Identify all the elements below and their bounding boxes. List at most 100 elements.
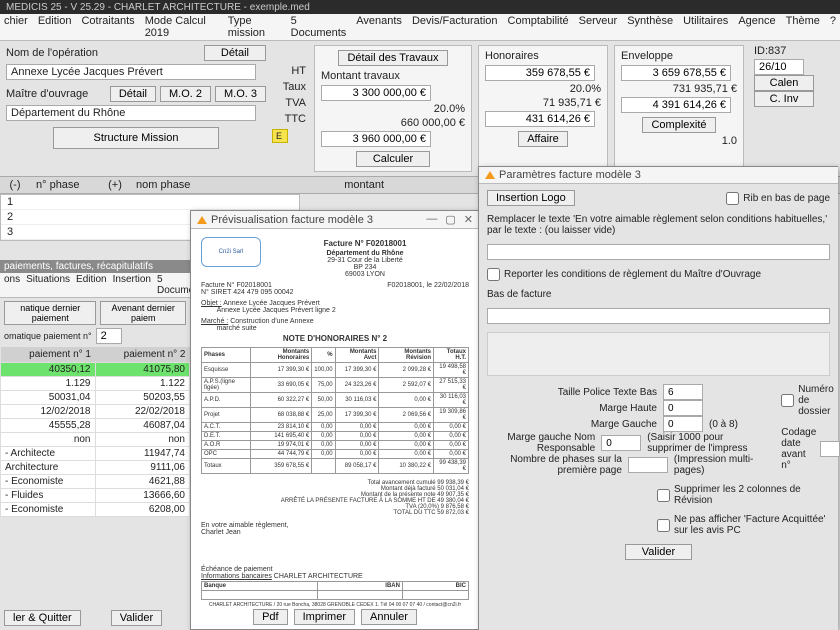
close-icon[interactable]: ✕ [464, 213, 473, 226]
menu-typemission[interactable]: Type mission [228, 15, 281, 39]
reporter-checkbox[interactable] [487, 268, 500, 281]
menu-agence[interactable]: Agence [738, 15, 775, 39]
rib-checkbox[interactable] [726, 192, 739, 205]
menu-cotraitants[interactable]: Cotraitants [81, 15, 134, 39]
table-cell[interactable]: 11947,74 [95, 447, 190, 461]
param-input-2[interactable] [663, 416, 703, 432]
table-cell[interactable]: - Economiste [1, 503, 96, 517]
structure-mission-button[interactable]: Structure Mission [53, 127, 220, 149]
auto-last-payment-button[interactable]: natique dernier paiement [4, 301, 96, 325]
td: 75,00 [312, 378, 335, 393]
table-cell[interactable]: 1.129 [1, 377, 96, 391]
complexite-button[interactable]: Complexité [642, 117, 715, 133]
params-valider-button[interactable]: Valider [625, 544, 692, 560]
table-cell[interactable]: - Fluides [1, 489, 96, 503]
table-cell[interactable]: 22/02/2018 [95, 405, 190, 419]
operation-detail-button[interactable]: Détail [204, 45, 266, 61]
affaire-button[interactable]: Affaire [518, 131, 568, 147]
table-cell[interactable]: 41075,80 [95, 363, 190, 377]
yellow-e-button[interactable]: E [272, 129, 288, 143]
phase-minus[interactable]: (-) [0, 177, 30, 193]
param-hint: (Saisir 1000 pour supprimer de l'impress [647, 432, 761, 454]
numdossier-checkbox[interactable] [781, 394, 794, 407]
pdf-button[interactable]: Pdf [253, 609, 288, 625]
mo2-button[interactable]: M.O. 2 [160, 86, 211, 102]
table-cell[interactable]: 40350,12 [1, 363, 96, 377]
menu-edition[interactable]: Edition [38, 15, 72, 39]
menu-theme[interactable]: Thème [786, 15, 820, 39]
mo-detail-button[interactable]: Détail [110, 86, 156, 102]
replace-text-field[interactable] [487, 244, 830, 260]
phase-row[interactable]: 1 [1, 195, 299, 210]
cinv-button[interactable]: C. Inv [754, 91, 814, 107]
calculer-button[interactable]: Calculer [356, 151, 430, 167]
param-input-0[interactable] [663, 384, 703, 400]
phase-num-hdr: n° phase [30, 177, 100, 193]
imprimer-button[interactable]: Imprimer [294, 609, 355, 625]
bas-facture-field[interactable] [487, 308, 830, 324]
label-tva: TVA [272, 97, 308, 109]
title-bar: MEDICIS 25 - V 25.29 - CHARLET ARCHITECT… [0, 0, 840, 14]
table-cell[interactable]: non [95, 433, 190, 447]
detail-travaux-button[interactable]: Détail des Travaux [338, 50, 447, 66]
travaux-ttc-field[interactable] [321, 131, 431, 147]
montant-travaux-label: Montant travaux [321, 70, 465, 82]
menu-documents[interactable]: 5 Documents [291, 15, 347, 39]
param-input-4[interactable] [628, 457, 668, 473]
mo3-button[interactable]: M.O. 3 [215, 86, 266, 102]
menu-utilitaires[interactable]: Utilitaires [683, 15, 728, 39]
param-input-1[interactable] [663, 400, 703, 416]
phase-plus[interactable]: (+) [100, 177, 130, 193]
menu-fichier[interactable]: chier [4, 15, 28, 39]
auto-payment-field[interactable] [96, 328, 122, 344]
enveloppe-ht[interactable] [621, 65, 731, 81]
table-cell[interactable]: 12/02/2018 [1, 405, 96, 419]
menu-help[interactable]: ? [830, 15, 836, 39]
table-cell[interactable]: 46087,04 [95, 419, 190, 433]
acq-checkbox[interactable] [657, 519, 670, 532]
pay-menu-ons[interactable]: ons [4, 274, 20, 296]
suppr-checkbox[interactable] [657, 489, 670, 502]
menu-synthese[interactable]: Synthèse [627, 15, 673, 39]
table-cell[interactable]: Architecture [1, 461, 96, 475]
table-cell[interactable]: 4621,88 [95, 475, 190, 489]
table-cell[interactable]: non [1, 433, 96, 447]
table-cell[interactable]: 6208,00 [95, 503, 190, 517]
pay-menu-insertion[interactable]: Insertion [113, 274, 151, 296]
td: 10 380,22 € [379, 459, 434, 474]
calen-button[interactable]: Calen [754, 75, 814, 91]
valider-button[interactable]: Valider [111, 610, 162, 626]
mo-name-field[interactable]: Département du Rhône [6, 105, 256, 121]
quit-button[interactable]: ler & Quitter [4, 610, 81, 626]
travaux-ht-field[interactable] [321, 85, 431, 101]
menu-devis[interactable]: Devis/Facturation [412, 15, 498, 39]
td: A.C.T. [202, 423, 251, 432]
annuler-button[interactable]: Annuler [361, 609, 417, 625]
menu-compta[interactable]: Comptabilité [508, 15, 569, 39]
pay-menu-edition[interactable]: Edition [76, 274, 107, 296]
table-cell[interactable]: 9111,06 [95, 461, 190, 475]
codage-field[interactable] [820, 441, 840, 457]
enveloppe-ttc[interactable] [621, 97, 731, 113]
table-cell[interactable]: 13666,60 [95, 489, 190, 503]
insertion-logo-button[interactable]: Insertion Logo [487, 190, 575, 206]
operation-name-field[interactable]: Annexe Lycée Jacques Prévert [6, 64, 256, 80]
menu-modecalcul[interactable]: Mode Calcul 2019 [145, 15, 218, 39]
table-cell[interactable]: 1.122 [95, 377, 190, 391]
pay-menu-situations[interactable]: Situations [26, 274, 70, 296]
maximize-icon[interactable]: ▢ [445, 213, 455, 226]
honoraires-ht[interactable] [485, 65, 595, 81]
table-cell[interactable]: 50031,04 [1, 391, 96, 405]
date-field[interactable] [754, 59, 804, 75]
avenant-last-payment-button[interactable]: Avenant dernier paiem [100, 301, 186, 325]
table-cell[interactable]: 45555,28 [1, 419, 96, 433]
menu-avenants[interactable]: Avenants [356, 15, 402, 39]
param-input-3[interactable] [601, 435, 641, 451]
minimize-icon[interactable]: — [426, 213, 437, 226]
recipient-name: Département du Rhône [261, 250, 469, 257]
table-cell[interactable]: 50203,55 [95, 391, 190, 405]
table-cell[interactable]: - Economiste [1, 475, 96, 489]
menu-serveur[interactable]: Serveur [579, 15, 618, 39]
honoraires-ttc[interactable] [485, 111, 595, 127]
table-cell[interactable]: - Architecte [1, 447, 96, 461]
